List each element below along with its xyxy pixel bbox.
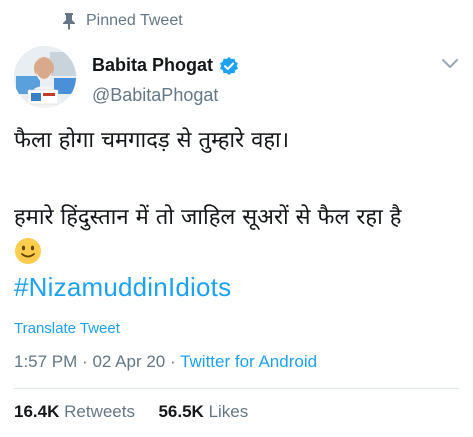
avatar-image xyxy=(14,46,76,108)
slightly-smiling-face-icon xyxy=(15,238,41,264)
tweet-time[interactable]: 1:57 PM xyxy=(14,352,77,371)
chevron-down-icon[interactable] xyxy=(441,58,459,70)
tweet-stats: 16.4K Retweets 56.5K Likes xyxy=(14,402,248,422)
retweets-stat[interactable]: 16.4K Retweets xyxy=(14,402,140,421)
tweet-text-line-1: फैला होगा चमगादड़ से तुम्हारे वहा। xyxy=(14,128,290,153)
hashtag-link[interactable]: #NizamuddinIdiots xyxy=(14,272,231,303)
likes-stat[interactable]: 56.5K Likes xyxy=(158,402,248,421)
author-display-name[interactable]: Babita Phogat xyxy=(92,55,213,76)
avatar[interactable] xyxy=(14,46,76,108)
tweet-date[interactable]: 02 Apr 20 xyxy=(92,352,165,371)
verified-badge-icon xyxy=(220,56,239,75)
meta-separator: · xyxy=(169,352,176,371)
author-name-row[interactable]: Babita Phogat xyxy=(92,55,239,76)
pin-icon xyxy=(63,13,75,30)
retweets-label: Retweets xyxy=(64,402,135,421)
tweet-text-line-2: हमारे हिंदुस्तान में तो जाहिल सूअरों से … xyxy=(14,205,402,230)
pinned-tweet-indicator: Pinned Tweet xyxy=(62,12,183,30)
pinned-label: Pinned Tweet xyxy=(86,12,183,29)
retweets-count: 16.4K xyxy=(14,402,60,421)
meta-separator: · xyxy=(82,352,88,371)
likes-label: Likes xyxy=(208,402,249,421)
likes-count: 56.5K xyxy=(158,402,204,421)
author-handle[interactable]: @BabitaPhogat xyxy=(92,85,218,106)
tweet-metadata: 1:57 PM · 02 Apr 20 · Twitter for Androi… xyxy=(14,352,317,372)
translate-tweet-link[interactable]: Translate Tweet xyxy=(14,320,120,337)
tweet-source-link[interactable]: Twitter for Android xyxy=(180,352,317,371)
divider xyxy=(14,388,459,389)
